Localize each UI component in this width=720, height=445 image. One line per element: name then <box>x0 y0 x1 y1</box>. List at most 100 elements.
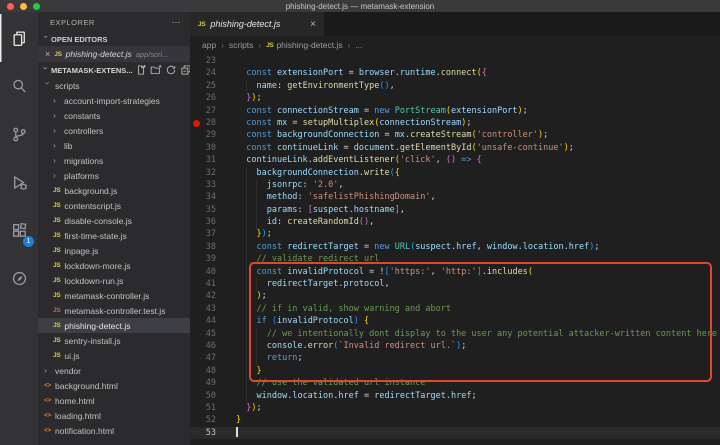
line-number[interactable]: 25 <box>190 80 216 92</box>
tree-item-platforms[interactable]: ›platforms <box>38 168 190 183</box>
line-number[interactable]: 43 <box>190 303 216 315</box>
code-text[interactable]: jsonrpc: '2.0', <box>236 179 344 191</box>
code-text[interactable]: }); <box>236 228 272 240</box>
run-debug-icon[interactable] <box>0 158 38 206</box>
code-text[interactable]: const backgroundConnection = mx.createSt… <box>236 129 548 141</box>
tree-item-first-time-state.js[interactable]: JSfirst-time-state.js <box>38 228 190 243</box>
code-text[interactable]: window.location.href = redirectTarget.hr… <box>236 390 477 402</box>
line-number[interactable]: 29 <box>190 129 216 141</box>
line-number[interactable]: 37 <box>190 228 216 240</box>
open-editor-item[interactable]: × JS phishing-detect.js app/scri... <box>38 46 190 62</box>
line-number[interactable]: 24 <box>190 67 216 79</box>
code-text[interactable]: backgroundConnection.write({ <box>236 167 400 179</box>
line-number[interactable]: 30 <box>190 142 216 154</box>
code-text[interactable]: const mx = setupMultiplex(connectionStre… <box>236 117 472 129</box>
line-number[interactable]: 52 <box>190 414 216 426</box>
tree-item-account-import-strategies[interactable]: ›account-import-strategies <box>38 93 190 108</box>
line-number[interactable]: 23 <box>190 55 216 67</box>
tree-item-lib[interactable]: ›lib <box>38 138 190 153</box>
line-number[interactable]: 45 <box>190 328 216 340</box>
line-number[interactable]: 28 <box>190 117 216 129</box>
tree-item-notification.html[interactable]: <>notification.html <box>38 423 190 438</box>
code-text[interactable]: const continueLink = document.getElement… <box>236 142 574 154</box>
close-window-icon[interactable] <box>7 3 14 10</box>
extensions-icon[interactable]: 1 <box>0 206 38 254</box>
line-number[interactable]: 26 <box>190 92 216 104</box>
line-number[interactable]: 46 <box>190 340 216 352</box>
code-text[interactable]: params: [suspect.hostname], <box>236 204 405 216</box>
tree-item-lockdown-run.js[interactable]: JSlockdown-run.js <box>38 273 190 288</box>
code-text[interactable]: } <box>236 414 241 426</box>
breadcrumb-item[interactable]: ... <box>355 40 362 50</box>
code-text[interactable]: console.error(`Invalid redirect url.`); <box>236 340 466 352</box>
line-number[interactable]: 51 <box>190 402 216 414</box>
code-text[interactable]: // use the validated url instance <box>236 377 425 389</box>
tree-item-ui.js[interactable]: JSui.js <box>38 348 190 363</box>
code-text[interactable]: // we intentionally dont display to the … <box>236 328 717 340</box>
breakpoint-dot[interactable] <box>193 120 200 127</box>
line-number[interactable]: 35 <box>190 204 216 216</box>
code-text[interactable]: method: 'safelistPhishingDomain', <box>236 191 436 203</box>
tree-item-metamask-controller.js[interactable]: JSmetamask-controller.js <box>38 288 190 303</box>
tree-item-background.html[interactable]: <>background.html <box>38 378 190 393</box>
code-text[interactable] <box>236 427 238 439</box>
code-text[interactable]: }); <box>236 92 262 104</box>
search-icon[interactable] <box>0 62 38 110</box>
code-text[interactable]: // if in valid, show warning and abort <box>236 303 451 315</box>
tree-item-sentry-install.js[interactable]: JSsentry-install.js <box>38 333 190 348</box>
line-number[interactable]: 33 <box>190 179 216 191</box>
code-text[interactable]: } <box>236 365 262 377</box>
line-number[interactable]: 50 <box>190 390 216 402</box>
tree-item-background.js[interactable]: JSbackground.js <box>38 183 190 198</box>
line-number[interactable]: 44 <box>190 315 216 327</box>
code-area[interactable]: 2324 const extensionPort = browser.runti… <box>190 54 720 445</box>
project-section-header[interactable]: › METAMASK-EXTENS... <box>38 62 190 78</box>
code-text[interactable]: // validate redirect url <box>236 253 379 265</box>
tree-item-constants[interactable]: ›constants <box>38 108 190 123</box>
tab-phishing-detect[interactable]: JS phishing-detect.js × <box>190 12 324 36</box>
code-text[interactable]: ); <box>236 290 267 302</box>
code-text[interactable]: }); <box>236 402 262 414</box>
close-tab-icon[interactable]: × <box>310 19 316 30</box>
minimize-window-icon[interactable] <box>20 3 27 10</box>
line-number[interactable]: 31 <box>190 154 216 166</box>
maximize-window-icon[interactable] <box>33 3 40 10</box>
code-text[interactable]: redirectTarget.protocol, <box>236 278 390 290</box>
line-number[interactable]: 32 <box>190 167 216 179</box>
tree-item-inpage.js[interactable]: JSinpage.js <box>38 243 190 258</box>
line-number[interactable]: 38 <box>190 241 216 253</box>
line-number[interactable]: 48 <box>190 365 216 377</box>
line-number[interactable]: 27 <box>190 105 216 117</box>
source-control-icon[interactable] <box>0 110 38 158</box>
line-number[interactable]: 40 <box>190 266 216 278</box>
line-number[interactable]: 42 <box>190 290 216 302</box>
tree-item-metamask-controller.test.js[interactable]: JSmetamask-controller.test.js <box>38 303 190 318</box>
code-text[interactable]: const invalidProtocol = !['https:', 'htt… <box>236 266 533 278</box>
close-icon[interactable]: × <box>45 49 50 59</box>
breadcrumb-item[interactable]: scripts <box>229 40 254 50</box>
refresh-icon[interactable] <box>165 64 177 76</box>
line-number[interactable]: 36 <box>190 216 216 228</box>
code-text[interactable]: if (invalidProtocol) { <box>236 315 369 327</box>
open-editors-section[interactable]: › OPEN EDITORS <box>38 32 190 46</box>
tree-item-contentscript.js[interactable]: JScontentscript.js <box>38 198 190 213</box>
breadcrumb-item[interactable]: JSphishing-detect.js <box>266 40 343 50</box>
tree-item-lockdown-more.js[interactable]: JSlockdown-more.js <box>38 258 190 273</box>
explorer-icon[interactable] <box>0 14 38 62</box>
circular-extension-icon[interactable] <box>0 254 38 302</box>
new-file-icon[interactable] <box>135 64 147 76</box>
tree-item-controllers[interactable]: ›controllers <box>38 123 190 138</box>
code-text[interactable]: const extensionPort = browser.runtime.co… <box>236 67 487 79</box>
breadcrumb-item[interactable]: app <box>202 40 216 50</box>
line-number[interactable]: 53 <box>190 427 216 439</box>
tree-item-disable-console.js[interactable]: JSdisable-console.js <box>38 213 190 228</box>
tree-item-phishing-detect.js[interactable]: JSphishing-detect.js <box>38 318 190 333</box>
code-text[interactable]: continueLink.addEventListener('click', (… <box>236 154 482 166</box>
tree-item-vendor[interactable]: ›vendor <box>38 363 190 378</box>
line-number[interactable]: 49 <box>190 377 216 389</box>
window-controls[interactable] <box>7 3 40 10</box>
new-folder-icon[interactable] <box>150 64 162 76</box>
line-number[interactable]: 41 <box>190 278 216 290</box>
line-number[interactable]: 47 <box>190 352 216 364</box>
tree-item-loading.html[interactable]: <>loading.html <box>38 408 190 423</box>
